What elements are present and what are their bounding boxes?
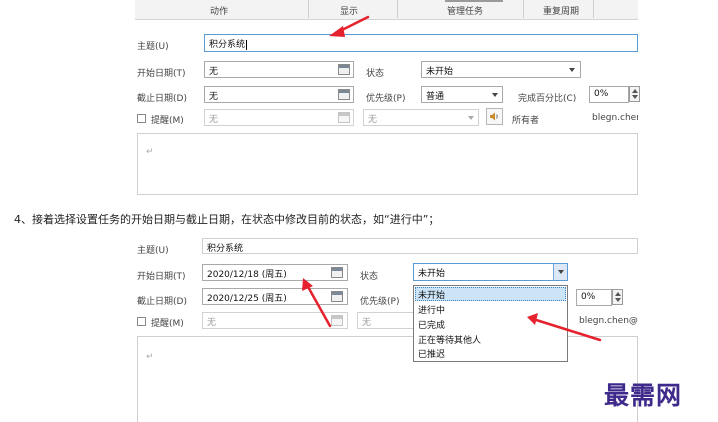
arrow-to-start-date — [305, 283, 332, 328]
watermark-logo: 最需网 — [604, 381, 683, 410]
arrow-head-subject — [329, 26, 345, 37]
annotation-arrows — [302, 15, 602, 342]
arrow-head-start-date — [302, 278, 313, 291]
arrow-to-status-list — [531, 317, 602, 342]
arrow-head-status-list — [527, 313, 538, 325]
